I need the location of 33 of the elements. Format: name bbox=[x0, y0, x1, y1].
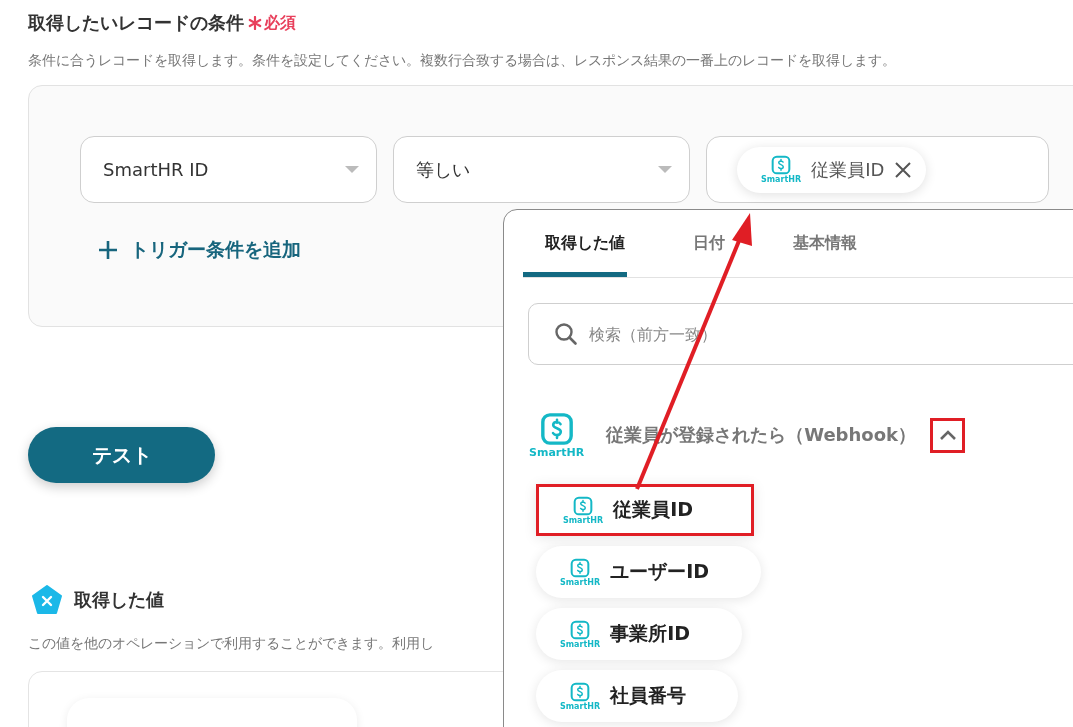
smarthr-logo: SmartHR bbox=[761, 155, 802, 184]
output-title: 取得した値 bbox=[74, 588, 164, 612]
value-item[interactable]: SmartHR ユーザーID bbox=[536, 546, 761, 598]
picker-tab[interactable]: 日付 bbox=[671, 210, 727, 277]
plus-icon bbox=[98, 240, 118, 260]
smarthr-logo: SmartHR bbox=[529, 412, 585, 458]
smarthr-logo: SmartHR bbox=[560, 557, 601, 587]
picker-tab[interactable]: 基本情報 bbox=[771, 210, 859, 277]
smarthr-logo: SmartHR bbox=[560, 681, 601, 711]
value-field[interactable]: SmartHR 従業員ID bbox=[706, 136, 1049, 203]
value-item[interactable]: SmartHR 社員番号 bbox=[536, 670, 739, 722]
section-title: 取得したいレコードの条件 bbox=[28, 11, 244, 35]
chip-label: 従業員ID bbox=[811, 157, 885, 182]
search-icon bbox=[554, 322, 578, 346]
collapse-button[interactable] bbox=[930, 417, 965, 453]
required-label: 必須 bbox=[264, 12, 296, 34]
caret-icon bbox=[345, 165, 359, 174]
value-item[interactable]: SmartHR 事業所ID bbox=[536, 608, 742, 660]
test-button[interactable]: テスト bbox=[28, 427, 215, 483]
variable-icon bbox=[32, 585, 62, 615]
value-item[interactable]: SmartHR 従業員ID bbox=[536, 484, 754, 536]
chevron-icon bbox=[938, 429, 957, 441]
operator-select[interactable]: 等しい bbox=[393, 136, 690, 203]
required-asterisk-icon bbox=[248, 16, 262, 30]
smarthr-logo: SmartHR bbox=[560, 619, 601, 649]
smarthr-logo: SmartHR bbox=[563, 495, 604, 525]
picker-tab[interactable]: 取得した値 bbox=[523, 210, 627, 277]
output-description: この値を他のオペレーションで利用することができます。利用し bbox=[28, 635, 434, 653]
field-select[interactable]: SmartHR ID bbox=[80, 136, 377, 203]
caret-icon bbox=[658, 165, 672, 174]
close-icon[interactable] bbox=[894, 160, 913, 179]
section-description: 条件に合うレコードを取得します。条件を設定してください。複数行合致する場合は、レスポンス結果の一番上のレコードを取得します。 bbox=[28, 52, 896, 70]
add-condition-button[interactable]: トリガー条件を追加 bbox=[98, 233, 301, 267]
